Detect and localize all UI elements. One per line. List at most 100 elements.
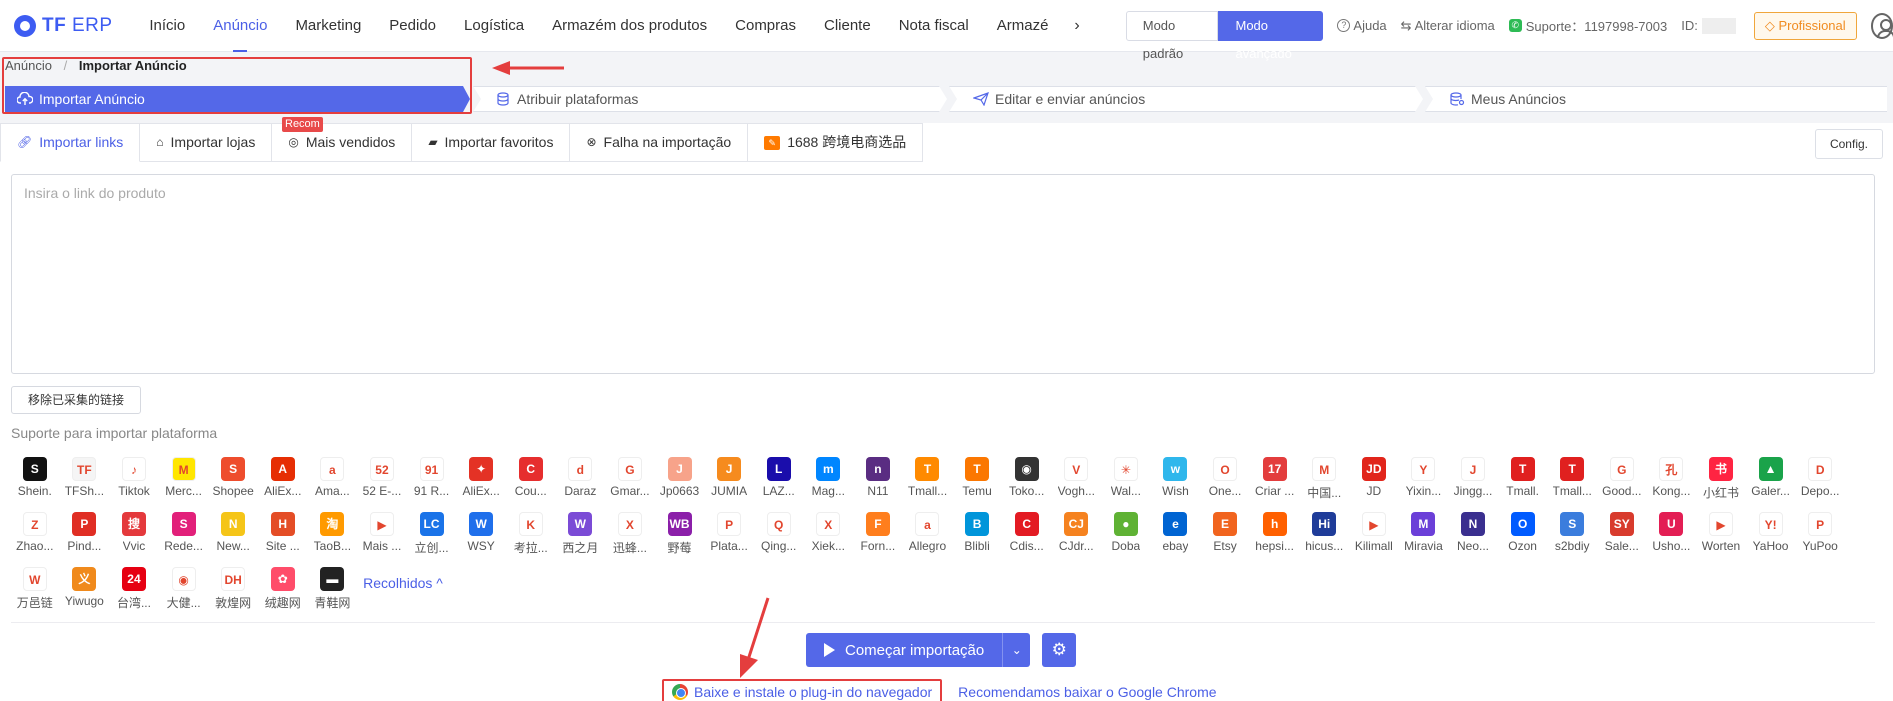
nav-armazem[interactable]: Armazé [983,0,1063,52]
platform-item[interactable]: P YuPoo [1795,508,1845,563]
tab-importar-links[interactable]: 🔗︎ Importar links [0,123,141,162]
platform-item[interactable]: S Shein. [10,453,60,508]
platform-item[interactable]: Y Yixin... [1399,453,1449,508]
tab-importar-lojas[interactable]: ⌂ Importar lojas [140,123,273,162]
platform-item[interactable]: Ss2bdiy [1547,508,1597,563]
platform-item[interactable]: X Xiek... [804,508,854,563]
nav-cliente[interactable]: Cliente [810,0,885,52]
nav-marketing[interactable]: Marketing [281,0,375,52]
platform-item[interactable]: T Tmall... [1547,453,1597,508]
platform-item[interactable]: CJ CJdr... [1051,508,1101,563]
nav-compras[interactable]: Compras [721,0,810,52]
platform-item[interactable]: W WSY [456,508,506,563]
platform-item[interactable]: G Good... [1597,453,1647,508]
platform-item[interactable]: h hepsi... [1250,508,1300,563]
gear-icon[interactable]: ⚙ [1042,633,1077,667]
platform-item[interactable]: e ebay [1151,508,1201,563]
platform-item[interactable]: X 迅蜂... [605,508,655,563]
nav-logistica[interactable]: Logística [450,0,538,52]
platform-item[interactable]: J Jingg... [1448,453,1498,508]
platform-item[interactable]: U Usho... [1647,508,1697,563]
platform-item[interactable]: L LAZ... [754,453,804,508]
platform-item[interactable]: M Miravia [1399,508,1449,563]
platform-item[interactable]: M Merc... [159,453,209,508]
platform-item[interactable]: C Cou... [506,453,556,508]
platform-item[interactable]: J Jp0663 [655,453,705,508]
chevron-down-icon[interactable]: ⌄ [1002,633,1031,667]
platform-item[interactable]: ● Doba [1101,508,1151,563]
chevron-right-icon[interactable]: › [1066,17,1087,35]
platform-item[interactable]: 24 台湾... [109,563,159,618]
tab-1688-selecao[interactable]: ✎ 1688 跨境电商选品 [748,123,924,162]
platform-item[interactable]: Hi hicus... [1299,508,1349,563]
platform-item[interactable]: V Vogh... [1051,453,1101,508]
platform-item[interactable]: A AliEx... [258,453,308,508]
platform-item[interactable]: ✿ 绒趣网 [258,563,308,618]
remove-collected-links-button[interactable]: 移除已采集的链接 [11,386,142,414]
collapse-platforms-link[interactable]: Recolhidos ^ [363,575,443,618]
recommend-chrome-link[interactable]: Recomendamos baixar o Google Chrome [958,684,1216,700]
nav-anuncio[interactable]: Anúncio [199,0,281,52]
platform-item[interactable]: Y! YaHoo [1746,508,1796,563]
platform-item[interactable]: w Wish [1151,453,1201,508]
config-button[interactable]: Config. [1814,129,1883,159]
platform-item[interactable]: E Etsy [1200,508,1250,563]
step-atribuir-plataformas[interactable]: Atribuir plataformas [473,86,947,112]
user-avatar-icon[interactable] [1870,12,1893,39]
platform-item[interactable]: 淘 TaoB... [308,508,358,563]
platform-item[interactable]: N New... [208,508,258,563]
nav-armazem-produtos[interactable]: Armazém dos produtos [538,0,721,52]
platform-item[interactable]: SY Sale... [1597,508,1647,563]
platform-item[interactable]: ▶ Mais ... [357,508,407,563]
platform-item[interactable]: 孔 Kong... [1647,453,1697,508]
step-meus-anuncios[interactable]: Meus Anúncios [1425,86,1887,112]
platform-item[interactable]: T Tmall. [1498,453,1548,508]
platform-item[interactable]: TF TFSh... [60,453,110,508]
nav-inicio[interactable]: Início [135,0,199,52]
platform-item[interactable]: H Site ... [258,508,308,563]
platform-item[interactable]: ▲ Galer... [1746,453,1796,508]
platform-item[interactable]: ✦ AliEx... [456,453,506,508]
platform-item[interactable]: ✳ Wal... [1101,453,1151,508]
mode-standard-button[interactable]: Modo padrão [1125,10,1219,61]
platform-item[interactable]: ▬ 青鞋网 [308,563,358,618]
platform-item[interactable]: T Tmall... [903,453,953,508]
tab-importar-favoritos[interactable]: ▰ Importar favoritos [412,123,571,162]
platform-item[interactable]: O Ozon [1498,508,1548,563]
platform-item[interactable]: 17 Criar ... [1250,453,1300,508]
language-link[interactable]: ⇆ Alterar idioma [1401,18,1495,34]
platform-item[interactable]: ▶ Worten [1696,508,1746,563]
platform-item[interactable]: JD JD [1349,453,1399,508]
platform-item[interactable]: F Forn... [853,508,903,563]
platform-item[interactable]: ◉ Toko... [1002,453,1052,508]
platform-item[interactable]: B Blibli [952,508,1002,563]
platform-item[interactable]: m Mag... [804,453,854,508]
platform-item[interactable]: J JUMIA [704,453,754,508]
platform-item[interactable]: N Neo... [1448,508,1498,563]
logo[interactable]: TF ERP [14,14,117,37]
platform-item[interactable]: 52 52 E-... [357,453,407,508]
platform-item[interactable]: a Ama... [308,453,358,508]
platform-item[interactable]: 书小红书 [1696,453,1746,508]
platform-item[interactable]: S Rede... [159,508,209,563]
platform-item[interactable]: S Shopee [208,453,258,508]
tab-falha-importacao[interactable]: ⊗ Falha na importação [570,123,749,162]
platform-item[interactable]: a Allegro [903,508,953,563]
platform-item[interactable]: P Plata... [704,508,754,563]
nav-pedido[interactable]: Pedido [375,0,450,52]
platform-item[interactable]: W 西之月 [556,508,606,563]
platform-item[interactable]: d Daraz [556,453,606,508]
download-plugin-link[interactable]: Baixe e instale o plug-in do navegador [662,679,943,701]
step-editar-enviar[interactable]: Editar e enviar anúncios [949,86,1423,112]
mode-advanced-button[interactable]: Modo avançado [1218,10,1324,61]
platform-item[interactable]: T Temu [952,453,1002,508]
platform-item[interactable]: n N11 [853,453,903,508]
platform-item[interactable]: 91 91 R... [407,453,457,508]
platform-item[interactable]: WB 野莓 [655,508,705,563]
platform-item[interactable]: W 万邑链 [10,563,60,618]
nav-nota-fiscal[interactable]: Nota fiscal [885,0,983,52]
platform-item[interactable]: DH 敦煌网 [208,563,258,618]
platform-item[interactable]: O One... [1200,453,1250,508]
platform-item[interactable]: LC 立创... [407,508,457,563]
platform-item[interactable]: ♪ Tiktok [109,453,159,508]
